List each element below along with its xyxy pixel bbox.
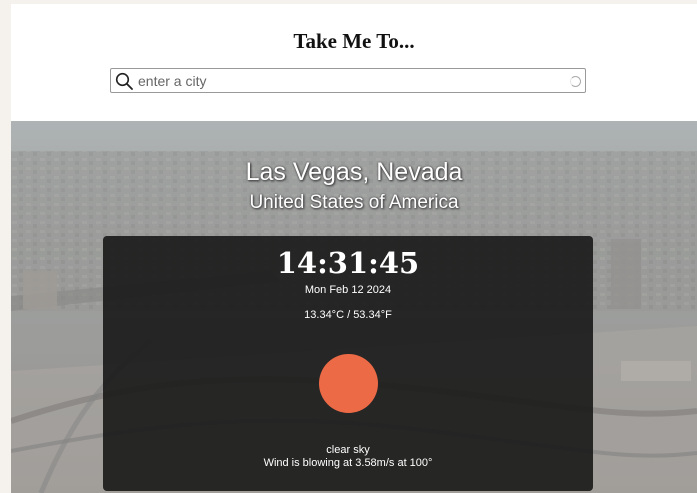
app-window: Take Me To... enter a city Las Vegas, Ne…	[11, 4, 697, 493]
country-name: United States of America	[249, 192, 459, 213]
wind-info: Wind is blowing at 3.58m/s at 100°	[263, 457, 433, 469]
local-time: 14:31:45	[276, 246, 420, 280]
weather-card: 14:31:45 Mon Feb 12 2024 13.34°C / 53.34…	[103, 236, 593, 491]
sun-icon	[319, 354, 378, 413]
weather-description: clear sky	[326, 444, 370, 456]
search-input[interactable]	[138, 71, 558, 91]
temperature: 13.34°C / 53.34°F	[304, 309, 392, 321]
search-box[interactable]	[110, 68, 586, 93]
loading-spinner-icon	[570, 76, 581, 87]
city-hero: Las Vegas, Nevada United States of Ameri…	[11, 121, 697, 493]
local-date: Mon Feb 12 2024	[304, 284, 392, 296]
page-title: Take Me To...	[293, 29, 415, 53]
city-name: Las Vegas, Nevada	[245, 158, 463, 186]
search-icon[interactable]	[115, 72, 133, 90]
